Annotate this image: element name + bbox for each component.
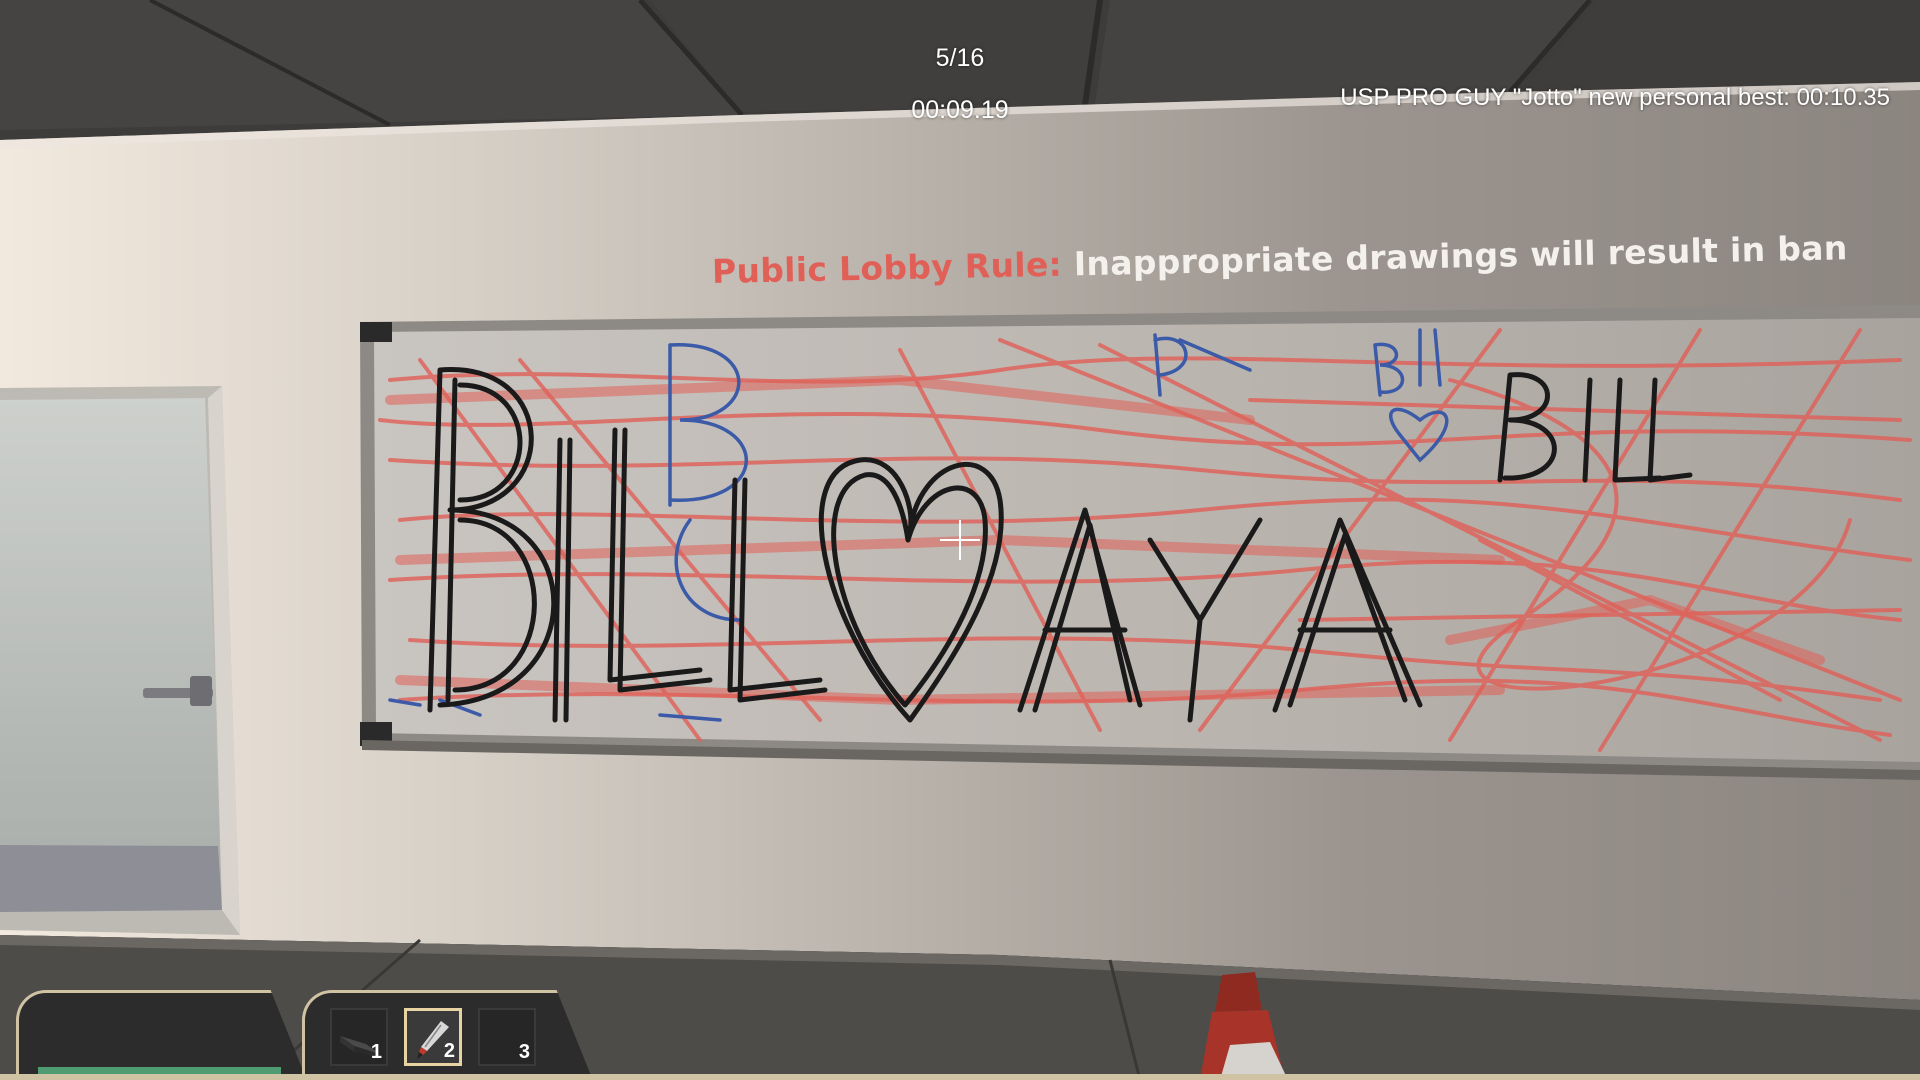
round-counter: 5/16 (935, 44, 985, 72)
rule-label: Public Lobby Rule: (711, 244, 1063, 291)
inventory-slot-2[interactable]: 2 (404, 1008, 462, 1066)
slot-number: 2 (443, 1040, 455, 1062)
inventory-slot-1[interactable]: 1 (330, 1008, 388, 1066)
health-bar-fill (38, 1067, 281, 1074)
hud-bottom-border (0, 1074, 1920, 1080)
slot-number: 1 (370, 1041, 382, 1063)
inventory-slot-3[interactable]: 3 (478, 1008, 536, 1066)
personal-best-notification: USP PRO GUY "Jotto" new personal best: 0… (1340, 84, 1890, 111)
game-viewport: 5/16 00:09.19 USP PRO GUY "Jotto" new pe… (0, 0, 1920, 1080)
health-bar (38, 1067, 281, 1074)
door (0, 386, 240, 935)
slot-number: 3 (518, 1041, 530, 1063)
whiteboard (360, 305, 1920, 780)
crosshair-icon (940, 520, 980, 560)
run-timer: 00:09.19 (911, 96, 1009, 124)
ceiling-panel (0, 0, 740, 130)
